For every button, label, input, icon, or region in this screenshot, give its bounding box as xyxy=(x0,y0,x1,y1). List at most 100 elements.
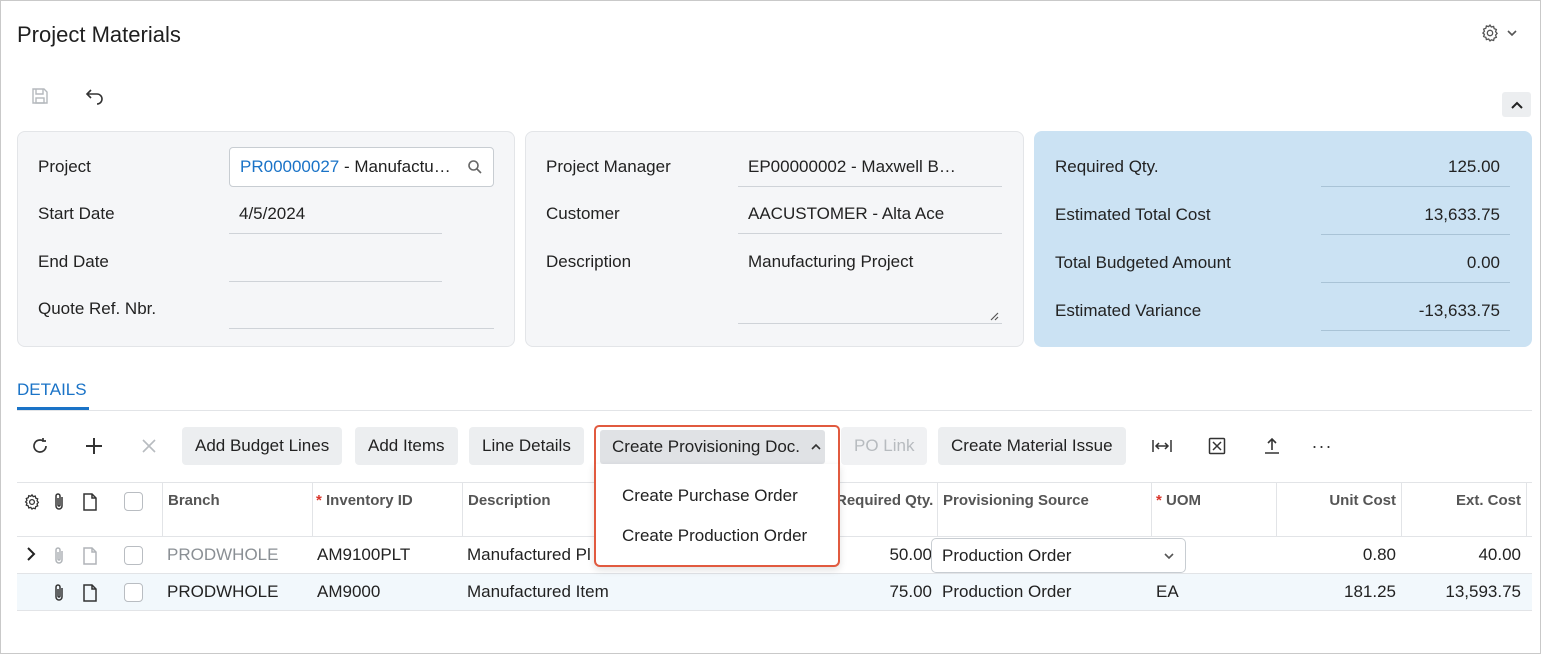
excel-icon xyxy=(1208,437,1226,455)
col-divider xyxy=(937,482,938,537)
start-date-field[interactable]: 4/5/2024 xyxy=(229,194,442,234)
row-checkbox[interactable] xyxy=(124,546,143,565)
cell-branch: PRODWHOLE xyxy=(167,582,279,601)
required-qty-value: 125.00 xyxy=(1321,147,1510,187)
add-row-button[interactable] xyxy=(80,432,108,460)
grid-settings-icon[interactable] xyxy=(23,493,41,511)
provisioning-source-value: Production Order xyxy=(942,545,1072,565)
note-icon[interactable] xyxy=(82,583,98,603)
add-budget-lines-button[interactable]: Add Budget Lines xyxy=(182,427,343,465)
project-name: - Manufactu… xyxy=(339,157,451,176)
required-qty-label: Required Qty. xyxy=(1055,157,1159,176)
tab-divider xyxy=(17,410,1532,411)
cell-ext-cost: 40.00 xyxy=(1478,545,1521,564)
create-provisioning-menu[interactable]: Create Provisioning Doc. xyxy=(594,425,840,467)
est-total-cost-value: 13,633.75 xyxy=(1321,195,1510,235)
required-marker: * xyxy=(316,492,327,509)
col-divider xyxy=(312,482,313,537)
upload-button[interactable] xyxy=(1258,432,1286,460)
col-header-required-qty[interactable]: Required Qty. xyxy=(836,492,933,509)
create-provisioning-dropdown: Create Purchase Order Create Production … xyxy=(594,464,840,567)
refresh-icon xyxy=(30,436,50,456)
cell-unit-cost: 181.25 xyxy=(1344,582,1396,601)
col-divider xyxy=(1151,482,1152,537)
create-material-issue-button[interactable]: Create Material Issue xyxy=(938,427,1126,465)
col-divider xyxy=(162,482,163,537)
est-variance-label: Estimated Variance xyxy=(1055,301,1202,320)
est-total-cost-label: Estimated Total Cost xyxy=(1055,205,1211,224)
quote-ref-field[interactable] xyxy=(229,289,494,329)
cell-inventory-id[interactable]: AM9100PLT xyxy=(317,545,410,565)
delete-row-button[interactable] xyxy=(135,432,163,460)
save-icon xyxy=(30,86,50,106)
more-actions-button[interactable]: ··· xyxy=(1308,432,1336,460)
page-title: Project Materials xyxy=(17,22,181,47)
required-marker: * xyxy=(1156,492,1167,509)
fit-width-icon xyxy=(1151,438,1173,454)
project-manager-field[interactable]: EP00000002 - Maxwell B… xyxy=(738,147,1002,187)
attachment-icon[interactable] xyxy=(52,546,66,566)
total-budgeted-label: Total Budgeted Amount xyxy=(1055,253,1231,272)
project-label: Project xyxy=(38,157,91,176)
menu-item-create-production-order[interactable]: Create Production Order xyxy=(622,526,807,546)
save-button[interactable] xyxy=(28,84,52,108)
upload-icon xyxy=(1263,436,1281,456)
end-date-field[interactable] xyxy=(229,242,442,282)
select-all-checkbox[interactable] xyxy=(124,492,143,511)
cell-required-qty: 75.00 xyxy=(889,582,932,601)
menu-item-create-purchase-order[interactable]: Create Purchase Order xyxy=(622,486,798,506)
undo-icon xyxy=(83,86,105,106)
close-icon xyxy=(140,437,158,455)
refresh-button[interactable] xyxy=(26,432,54,460)
cell-description: Manufactured Item xyxy=(467,582,609,601)
tab-details[interactable]: DETAILS xyxy=(17,380,87,400)
row-checkbox[interactable] xyxy=(124,583,143,602)
col-header-branch[interactable]: Branch xyxy=(168,492,220,509)
line-details-button[interactable]: Line Details xyxy=(469,427,584,465)
page-settings-button[interactable] xyxy=(1480,22,1524,44)
attachment-icon xyxy=(52,492,66,512)
description-label: Description xyxy=(546,252,632,271)
total-budgeted-value: 0.00 xyxy=(1321,243,1510,283)
col-header-inventory-id[interactable]: * Inventory ID xyxy=(316,492,413,509)
customer-field[interactable]: AACUSTOMER - Alta Ace xyxy=(738,194,1002,234)
row-expand-icon[interactable] xyxy=(25,546,37,562)
chevron-up-icon xyxy=(1510,100,1524,110)
attachment-icon[interactable] xyxy=(52,583,66,603)
fit-columns-button[interactable] xyxy=(1148,432,1176,460)
collapse-header-button[interactable] xyxy=(1502,92,1531,117)
provisioning-source-select[interactable]: Production Order xyxy=(931,538,1186,573)
project-code-link[interactable]: PR00000027 xyxy=(240,157,339,176)
col-header-provisioning-source[interactable]: Provisioning Source xyxy=(943,492,1089,509)
cell-description: Manufactured Pl xyxy=(467,545,591,564)
col-divider xyxy=(1401,482,1402,537)
col-divider xyxy=(1526,482,1527,537)
chevron-up-icon xyxy=(810,443,822,451)
cell-provisioning-source: Production Order xyxy=(942,582,1072,601)
cell-uom: EA xyxy=(1156,582,1179,601)
project-selector[interactable]: PR00000027 - Manufactu… xyxy=(229,147,494,187)
cell-ext-cost: 13,593.75 xyxy=(1445,582,1521,601)
customer-label: Customer xyxy=(546,204,620,223)
cell-inventory-id[interactable]: AM9000 xyxy=(317,582,380,602)
search-icon[interactable] xyxy=(467,159,483,175)
description-field[interactable]: Manufacturing Project xyxy=(738,242,1002,324)
col-header-description[interactable]: Description xyxy=(468,492,551,509)
start-date-label: Start Date xyxy=(38,204,115,223)
plus-icon xyxy=(84,436,104,456)
gear-icon xyxy=(1480,23,1500,43)
note-icon xyxy=(82,492,98,512)
col-divider xyxy=(462,482,463,537)
project-manager-label: Project Manager xyxy=(546,157,671,176)
export-excel-button[interactable] xyxy=(1203,432,1231,460)
po-link-button[interactable]: PO Link xyxy=(841,427,928,465)
cell-unit-cost: 0.80 xyxy=(1362,545,1396,564)
resize-handle-icon[interactable] xyxy=(989,311,999,321)
col-header-uom[interactable]: * UOM xyxy=(1156,492,1201,509)
add-items-button[interactable]: Add Items xyxy=(355,427,458,465)
col-header-ext-cost[interactable]: Ext. Cost xyxy=(1406,492,1521,509)
quote-ref-label: Quote Ref. Nbr. xyxy=(38,299,157,318)
undo-button[interactable] xyxy=(82,84,106,108)
col-header-unit-cost[interactable]: Unit Cost xyxy=(1282,492,1396,509)
note-icon[interactable] xyxy=(82,546,98,566)
